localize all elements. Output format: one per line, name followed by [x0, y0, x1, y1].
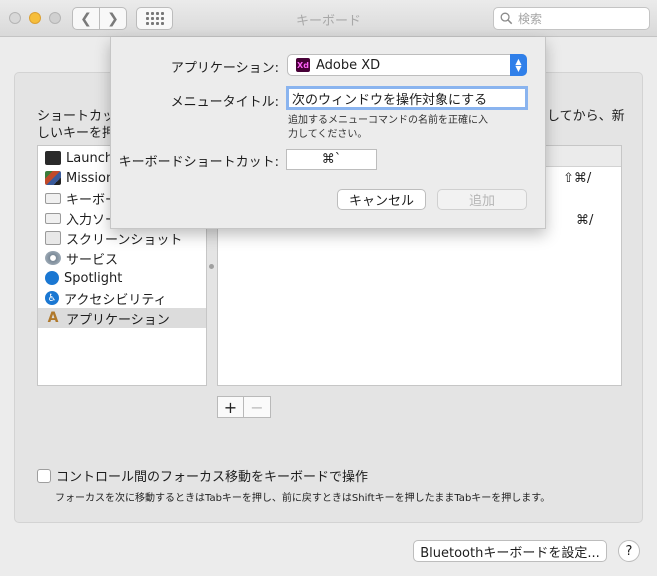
help-button[interactable]: ?: [618, 540, 640, 562]
add-button[interactable]: 追加: [437, 189, 527, 210]
cancel-button[interactable]: キャンセル: [337, 189, 426, 210]
split-view-handle[interactable]: [209, 264, 214, 269]
category-item-accessibility[interactable]: ♿ アクセシビリティ: [38, 288, 206, 308]
add-shortcut-button[interactable]: +: [217, 396, 244, 418]
focus-checkbox-label: コントロール間のフォーカス移動をキーボードで操作: [56, 470, 369, 485]
app-store-icon: A: [47, 310, 59, 326]
accessibility-icon: ♿: [45, 291, 59, 305]
launchpad-icon: [45, 151, 61, 165]
category-item-services[interactable]: サービス: [38, 248, 206, 268]
gear-icon: [45, 251, 61, 265]
focus-option-note: フォーカスを次に移動するときはTabキーを押し、前に戻すときはShiftキーを押…: [55, 493, 551, 504]
adobe-xd-icon: Xd: [296, 58, 310, 72]
category-item-applications[interactable]: A アプリケーション: [38, 308, 206, 328]
category-item-screenshot[interactable]: スクリーンショット: [38, 228, 206, 248]
mission-control-icon: [45, 171, 61, 185]
screenshot-icon: [45, 231, 61, 245]
application-popup[interactable]: Xd Adobe XD ▲ ▼: [287, 54, 527, 76]
chevron-up-down-icon: ▲ ▼: [510, 54, 527, 76]
keyboard-icon: [45, 192, 61, 204]
title-bar: ❮ ❯ キーボード 検索: [0, 0, 657, 37]
add-remove-control: + −: [217, 396, 271, 418]
instruction-text-right: してから、新: [547, 109, 625, 124]
application-value: Adobe XD: [316, 57, 381, 73]
keyboard-shortcut-field[interactable]: ⌘`: [286, 149, 377, 170]
input-source-icon: [45, 212, 61, 224]
menu-title-hint: 追加するメニューコマンドの名前を正確に入 力してください。: [288, 115, 488, 140]
focus-option-row[interactable]: コントロール間のフォーカス移動をキーボードで操作: [37, 466, 368, 485]
keyboard-shortcut-label: キーボードショートカット:: [118, 155, 279, 170]
menu-title-label: メニュータイトル:: [170, 95, 279, 110]
application-label: アプリケーション:: [170, 61, 279, 76]
search-icon: [500, 12, 513, 25]
shortcut-keys[interactable]: ⇧⌘/: [563, 171, 591, 186]
menu-title-field[interactable]: 次のウィンドウを操作対象にする: [286, 86, 528, 110]
search-placeholder: 検索: [518, 12, 543, 26]
setup-bluetooth-keyboard-button[interactable]: Bluetoothキーボードを設定...: [413, 540, 607, 562]
search-input[interactable]: 検索: [493, 7, 650, 30]
shortcut-keys[interactable]: ⌘/: [576, 213, 593, 228]
spotlight-icon: [45, 271, 59, 285]
category-item-spotlight[interactable]: Spotlight: [38, 268, 206, 288]
focus-checkbox[interactable]: [37, 468, 51, 483]
add-shortcut-sheet: アプリケーション: Xd Adobe XD ▲ ▼ メニュータイトル: 次のウィン…: [110, 37, 546, 229]
remove-shortcut-button[interactable]: −: [244, 396, 271, 418]
